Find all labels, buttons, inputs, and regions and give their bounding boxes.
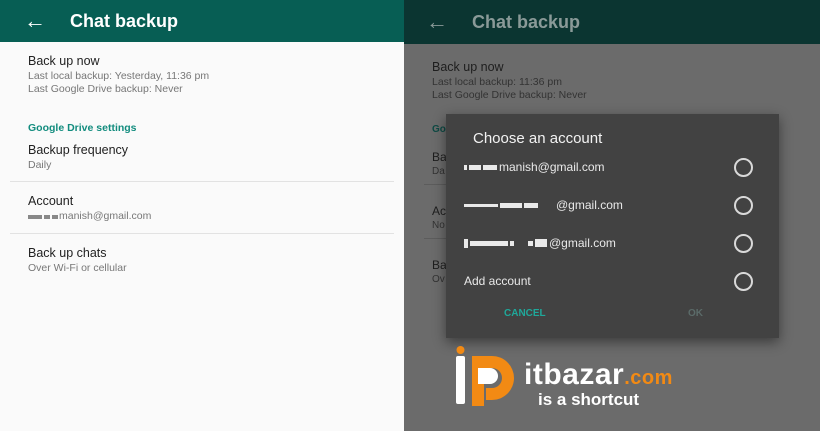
logo-tld: .com	[624, 367, 673, 389]
back-up-now-title: Back up now	[432, 60, 504, 74]
redaction-mark	[28, 214, 42, 219]
account-option[interactable]: @gmail.com	[464, 231, 761, 255]
page-title: Chat backup	[472, 11, 581, 32]
back-up-chats-title: Back up chats	[28, 246, 107, 260]
account-label: @gmail.com	[549, 236, 616, 250]
account-title: Account	[28, 194, 74, 208]
choose-account-dialog: Choose an account manish@gmail.com @gmai…	[446, 114, 779, 338]
back-up-now-item: Back up now Last local backup: 11:36 pm …	[404, 60, 820, 102]
ok-button[interactable]: OK	[688, 308, 703, 319]
redaction-mark	[464, 238, 468, 248]
logo-word: itbazar	[524, 358, 625, 391]
account-email: manish@gmail.com	[59, 210, 152, 222]
last-local-backup: Last local backup: 11:36 pm	[432, 76, 562, 88]
redaction-mark	[535, 239, 547, 247]
account-option[interactable]: manish@gmail.com	[464, 155, 761, 179]
app-bar: ← Chat backup	[0, 0, 404, 42]
dialog-actions: CANCEL OK	[446, 308, 779, 326]
redaction-mark	[500, 202, 522, 208]
redaction-mark	[464, 203, 498, 207]
last-drive-backup: Last Google Drive backup: Never	[432, 89, 587, 101]
redaction-mark	[464, 164, 467, 170]
redaction-mark	[528, 240, 533, 246]
dialog-title: Choose an account	[473, 130, 603, 147]
account-label: @gmail.com	[556, 198, 623, 212]
itbazar-logo-mark-icon	[456, 346, 514, 406]
backup-frequency-value: Daily	[28, 159, 52, 171]
last-local-backup: Last local backup: Yesterday, 11:36 pm	[28, 70, 210, 82]
redaction-mark	[44, 214, 50, 219]
divider	[10, 233, 394, 234]
arrow-left-icon[interactable]: ←	[426, 11, 466, 33]
app-bar: ← Chat backup	[404, 0, 820, 44]
account-item[interactable]: Account manish@gmail.com	[0, 194, 404, 233]
redaction-mark	[52, 214, 58, 219]
backup-frequency-item[interactable]: Backup frequency Daily	[0, 143, 404, 181]
radio-button[interactable]	[734, 157, 753, 177]
section-header-google-drive: Google Drive settings	[28, 122, 137, 134]
itbazar-logo: itbazar.com is a shortcut	[452, 346, 752, 416]
radio-button[interactable]	[734, 233, 753, 253]
redaction-mark	[524, 202, 538, 208]
add-account-option[interactable]: Add account	[464, 269, 761, 293]
back-up-chats-item[interactable]: Back up chats Over Wi-Fi or cellular	[0, 246, 404, 275]
redaction-mark	[510, 240, 514, 246]
back-up-now-item[interactable]: Back up now Last local backup: Yesterday…	[0, 54, 404, 96]
page-title: Chat backup	[70, 10, 179, 31]
logo-tagline: is a shortcut	[538, 390, 640, 409]
arrow-left-icon[interactable]: ←	[24, 10, 64, 32]
backup-frequency-title: Backup frequency	[28, 143, 129, 157]
divider	[10, 181, 394, 182]
cancel-button[interactable]: CANCEL	[504, 308, 546, 319]
add-account-label: Add account	[464, 274, 531, 288]
redaction-mark	[470, 240, 508, 246]
radio-button[interactable]	[734, 195, 753, 215]
redaction-mark	[483, 164, 497, 170]
back-up-chats-value: Over Wi-Fi or cellular	[28, 262, 127, 274]
radio-button[interactable]	[734, 271, 753, 291]
redaction-mark	[469, 164, 481, 170]
account-label: manish@gmail.com	[499, 160, 605, 174]
last-drive-backup: Last Google Drive backup: Never	[28, 83, 183, 95]
back-up-now-title: Back up now	[28, 54, 100, 68]
account-option[interactable]: @gmail.com	[464, 193, 761, 217]
settings-screen: ← Chat backup Back up now Last local bac…	[0, 0, 404, 431]
